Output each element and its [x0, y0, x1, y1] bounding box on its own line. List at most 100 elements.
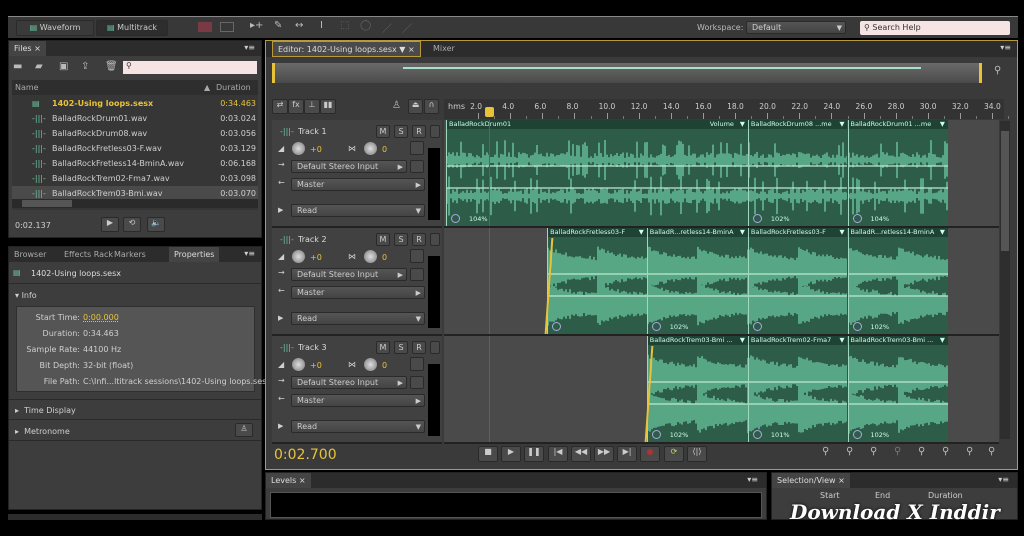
- audio-clip[interactable]: BalladRockDrum01 Volume ▼ 104%: [446, 120, 748, 226]
- file-row[interactable]: -|||- BalladRockFretless03-F.wav 0:03.129: [12, 141, 258, 156]
- tab-properties[interactable]: Properties: [169, 247, 220, 262]
- fast-forward-button[interactable]: ▶▶: [594, 446, 614, 462]
- clip-menu-icon[interactable]: ▼: [740, 120, 745, 129]
- input-select[interactable]: Default Stereo Input ▶: [291, 160, 407, 173]
- clip-menu-icon[interactable]: ▼: [639, 228, 644, 237]
- clip-menu-icon[interactable]: ▼: [940, 336, 945, 345]
- snapping-button[interactable]: ∩: [424, 99, 439, 114]
- panel-menu-icon[interactable]: ▾≡: [1000, 43, 1011, 52]
- stop-button[interactable]: ■: [478, 446, 498, 462]
- pause-button[interactable]: ❚❚: [524, 446, 544, 462]
- volume-value[interactable]: +0: [310, 145, 322, 154]
- brush-tool-icon[interactable]: ／: [382, 20, 392, 35]
- solo-button[interactable]: S: [394, 125, 408, 138]
- zoom-selection-icon[interactable]: ⚲: [988, 446, 995, 457]
- clip-menu-icon[interactable]: ▼: [839, 120, 844, 129]
- clip-header[interactable]: BalladR...retless14-BminA ▼: [848, 228, 948, 237]
- input-select[interactable]: Default Stereo Input ▶: [291, 268, 407, 281]
- clip-header[interactable]: BalladR...retless14-BminA ▼: [647, 228, 748, 237]
- spot-healing-icon[interactable]: ／: [402, 20, 412, 35]
- file-row[interactable]: -|||- BalladRockDrum01.wav 0:03.024: [12, 111, 258, 126]
- tab-levels[interactable]: Levels ×: [266, 473, 311, 488]
- pan-value[interactable]: 0: [382, 361, 387, 370]
- auto-play-button[interactable]: 🔈: [147, 217, 165, 232]
- monitor-input-button[interactable]: [430, 125, 440, 138]
- pan-knob[interactable]: [364, 358, 377, 371]
- expand-automation-icon[interactable]: ▶: [278, 206, 283, 214]
- marquee-tool-icon[interactable]: ⬚: [340, 20, 349, 31]
- panel-menu-icon[interactable]: ▾≡: [244, 249, 255, 258]
- zoom-out-time-icon[interactable]: ⚲: [894, 446, 901, 457]
- pan-knob[interactable]: [364, 250, 377, 263]
- automation-mode-select[interactable]: Read ▼: [291, 312, 425, 325]
- clip-header[interactable]: BalladRockDrum08 ...me ▼: [748, 120, 848, 129]
- output-select[interactable]: Master ▶: [291, 394, 425, 407]
- tab-mixer[interactable]: Mixer: [428, 41, 460, 56]
- audio-clip[interactable]: BalladR...retless14-BminA ▼ 102%: [646, 228, 748, 334]
- stereo-button[interactable]: [410, 249, 424, 263]
- play-button[interactable]: ▶: [501, 446, 521, 462]
- loop-preview-button[interactable]: ⟲: [123, 217, 141, 232]
- automation-mode-select[interactable]: Read ▼: [291, 420, 425, 433]
- solo-button[interactable]: S: [394, 341, 408, 354]
- pan-value[interactable]: 0: [382, 253, 387, 262]
- search-help-input[interactable]: ⚲ Search Help: [860, 21, 1010, 35]
- track-name[interactable]: Track 3: [298, 343, 327, 352]
- field-value[interactable]: 0:00.000: [83, 313, 119, 322]
- overview-bar[interactable]: [272, 63, 982, 83]
- audio-clip[interactable]: BalladR...retless14-BminA ▼ 102%: [847, 228, 948, 334]
- clip-menu-icon[interactable]: ▼: [740, 336, 745, 345]
- clip-header[interactable]: BalladRockFretless03-F ▼: [748, 228, 848, 237]
- record-button[interactable]: R: [412, 233, 426, 246]
- track-lane[interactable]: BalladRockDrum01 Volume ▼ 104% BalladRockDru…: [444, 120, 999, 228]
- phase-invert-button[interactable]: [410, 376, 424, 389]
- zoom-out-amplitude-icon[interactable]: ⚲: [846, 446, 853, 457]
- clip-menu-icon[interactable]: ▼: [940, 228, 945, 237]
- record-monitor-button[interactable]: ⏏: [408, 99, 423, 114]
- volume-value[interactable]: +0: [310, 253, 322, 262]
- panel-menu-icon[interactable]: ▾≡: [747, 475, 758, 484]
- chevron-down-icon[interactable]: ▼: [399, 45, 405, 54]
- lasso-tool-icon[interactable]: ◯: [360, 20, 371, 31]
- pan-knob[interactable]: [364, 142, 377, 155]
- time-selection-tool-icon[interactable]: I: [320, 20, 323, 31]
- column-duration[interactable]: Duration: [216, 80, 251, 95]
- zoom-in-point-icon[interactable]: ⚲: [942, 446, 949, 457]
- expand-automation-icon[interactable]: ▶: [278, 314, 283, 322]
- clip-header[interactable]: BalladRockFretless03-F ▼: [548, 228, 647, 237]
- monitor-input-button[interactable]: [430, 233, 440, 246]
- audio-clip[interactable]: BalladRockFretless03-F ▼: [747, 228, 848, 334]
- multitrack-view-button[interactable]: ▤ Multitrack: [96, 20, 168, 36]
- razor-tool-icon[interactable]: ✎: [274, 20, 282, 31]
- inputs-outputs-button[interactable]: ⇄: [272, 99, 288, 114]
- import-file-icon[interactable]: ▰: [35, 61, 43, 72]
- audio-clip[interactable]: BalladRockTrem03-Bmi ... ▼ 102%: [646, 336, 748, 442]
- timeline-ruler[interactable]: hms 2.0 4.0 6.0 8.0 10.0 12.0 14.0 16.0 18.0 20.0…: [444, 99, 1010, 119]
- metronome-toggle[interactable]: ▸ Metronome: [15, 427, 70, 436]
- zoom-in-amplitude-icon[interactable]: ⚲: [822, 446, 829, 457]
- rewind-button[interactable]: ◀◀: [571, 446, 591, 462]
- track-name[interactable]: Track 1: [298, 127, 327, 136]
- monitor-input-button[interactable]: [430, 341, 440, 354]
- track-lane[interactable]: BalladRockFretless03-F ▼ BalladR...retless…: [444, 228, 999, 336]
- workspace-select[interactable]: Default ▼: [746, 21, 846, 34]
- volume-knob[interactable]: [292, 142, 305, 155]
- effects-button[interactable]: fx: [288, 99, 304, 114]
- metronome-icon[interactable]: ♙: [392, 100, 401, 111]
- slip-tool-icon[interactable]: ↔: [295, 20, 303, 31]
- file-row[interactable]: ▤ 1402-Using loops.sesx 0:34.463: [12, 96, 258, 111]
- mute-button[interactable]: M: [376, 341, 390, 354]
- phase-invert-button[interactable]: [410, 268, 424, 281]
- automation-mode-select[interactable]: Read ▼: [291, 204, 425, 217]
- spectral-frequency-icon[interactable]: [198, 22, 212, 32]
- clip-menu-icon[interactable]: ▼: [839, 228, 844, 237]
- record-button[interactable]: ●: [640, 446, 660, 462]
- go-to-end-button[interactable]: ▶|: [617, 446, 637, 462]
- files-scrollbar[interactable]: [12, 199, 258, 208]
- clip-header[interactable]: BalladRockDrum01 Volume ▼: [447, 120, 748, 129]
- volume-value[interactable]: +0: [310, 361, 322, 370]
- files-search-input[interactable]: ⚲: [123, 61, 257, 74]
- sends-button[interactable]: ⊥: [304, 99, 320, 114]
- move-tool-icon[interactable]: ▸+: [250, 20, 263, 31]
- insert-icon[interactable]: ⇪: [81, 61, 89, 72]
